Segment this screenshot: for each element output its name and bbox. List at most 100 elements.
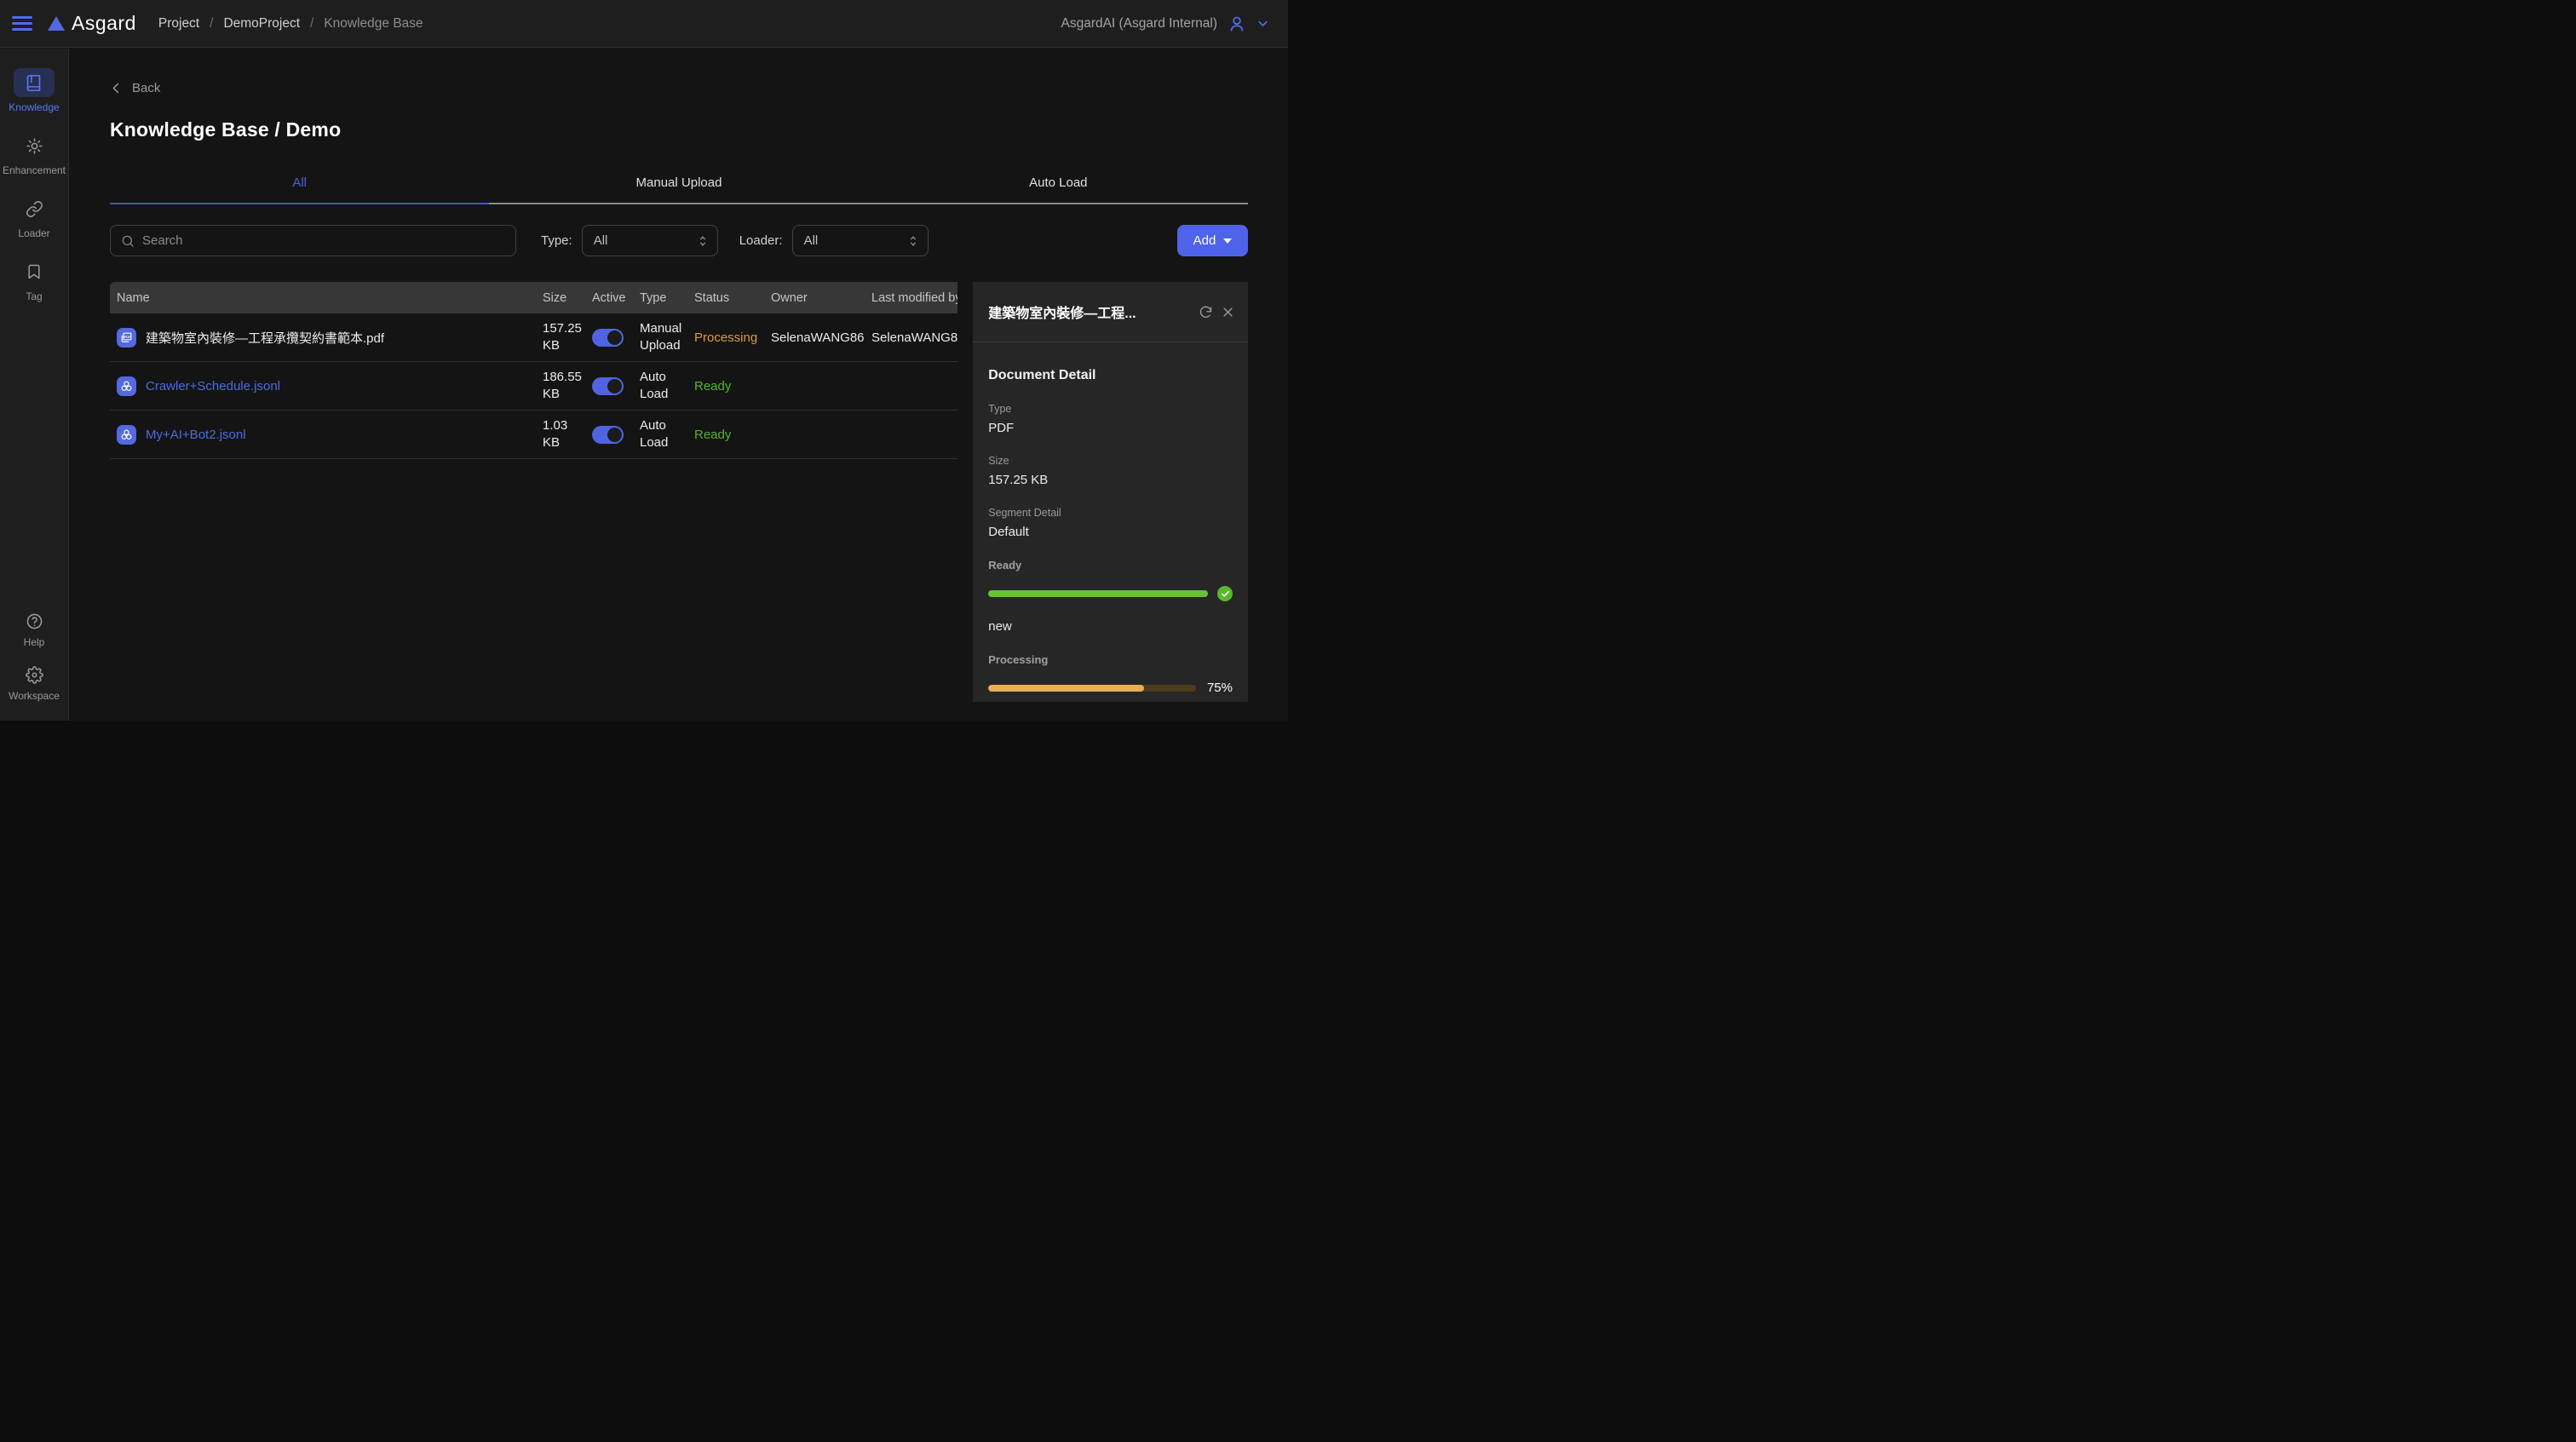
gear-icon [26, 666, 43, 684]
column-header-type: Type [640, 291, 694, 305]
ready-progress-bar [988, 590, 1208, 597]
tab-manual-upload[interactable]: Manual Upload [489, 166, 868, 203]
app-window: Asgard Project / DemoProject / Knowledge… [0, 0, 1288, 721]
document-owner: SelenaWANG86 [771, 330, 871, 345]
sidebar-item-loader[interactable]: Loader [14, 194, 55, 239]
document-last-modified-by: SelenaWANG86 [871, 330, 957, 345]
top-navbar: Asgard Project / DemoProject / Knowledge… [0, 0, 1288, 48]
processing-progress-bar [988, 685, 1196, 692]
field-value-type: PDF [988, 421, 1233, 435]
add-button[interactable]: Add [1177, 225, 1248, 256]
brand-name: Asgard [72, 12, 136, 35]
column-header-owner: Owner [771, 291, 871, 305]
status-badge: Ready [694, 428, 731, 442]
column-header-active: Active [592, 291, 640, 305]
column-header-last-modified-by: Last modified by [871, 291, 957, 305]
field-label-size: Size [988, 455, 1233, 467]
document-type: Auto Load [640, 417, 684, 452]
document-type: Manual Upload [640, 320, 684, 355]
loader-filter-label: Loader: [739, 233, 783, 248]
sun-icon [26, 137, 43, 155]
document-name-link[interactable]: My+AI+Bot2.jsonl [146, 428, 246, 442]
table-row[interactable]: Crawler+Schedule.jsonl 186.55 KB Auto Lo… [110, 362, 957, 411]
loader-filter-select[interactable]: All [792, 225, 929, 256]
processing-progress-label: Processing [988, 653, 1233, 666]
document-name-link[interactable]: Crawler+Schedule.jsonl [146, 379, 280, 394]
jsonl-file-icon [117, 425, 136, 445]
sidebar-item-label: Loader [18, 227, 49, 239]
search-icon [121, 234, 135, 248]
link-icon [26, 200, 43, 218]
account-name: AsgardAI (Asgard Internal) [1061, 16, 1217, 32]
document-size: 157.25 KB [543, 320, 582, 355]
table-header-row: Name Size Active Type Status Owner Last … [110, 282, 957, 313]
sidebar: Knowledge Enhancement Loader Tag Help [0, 49, 69, 721]
select-chevrons-icon [697, 234, 709, 248]
processing-percent-text: 75% [1205, 681, 1233, 695]
caret-down-icon [1223, 238, 1232, 244]
column-header-status: Status [694, 291, 771, 305]
document-size: 186.55 KB [543, 369, 582, 404]
field-label-segment-detail: Segment Detail [988, 507, 1233, 519]
column-header-name: Name [110, 291, 543, 305]
document-size: 1.03 KB [543, 417, 582, 452]
detail-section-title: Document Detail [988, 368, 1233, 383]
chevron-left-icon [110, 82, 123, 95]
status-badge: Ready [694, 379, 731, 394]
close-icon[interactable] [1222, 306, 1234, 319]
tab-auto-load[interactable]: Auto Load [869, 166, 1248, 203]
sidebar-item-label: Tag [26, 290, 42, 302]
tab-bar: All Manual Upload Auto Load [110, 166, 1248, 204]
help-circle-icon [26, 612, 43, 630]
segment-new-label: new [988, 619, 1233, 634]
active-tab-indicator [110, 203, 489, 204]
back-button[interactable]: Back [110, 81, 160, 95]
field-label-type: Type [988, 403, 1233, 415]
breadcrumb: Project / DemoProject / Knowledge Base [158, 16, 423, 32]
table-row[interactable]: PDF 建築物室內裝修—工程承攬契約書範本.pdf 157.25 KB Manu… [110, 313, 957, 362]
document-name: 建築物室內裝修—工程承攬契約書範本.pdf [146, 329, 384, 347]
breadcrumb-project[interactable]: Project [158, 16, 199, 32]
sidebar-item-workspace[interactable]: Workspace [9, 664, 60, 702]
type-filter-select[interactable]: All [582, 225, 718, 256]
page-title: Knowledge Base / Demo [110, 118, 1248, 141]
refresh-icon[interactable] [1199, 305, 1213, 319]
menu-icon[interactable] [12, 16, 32, 31]
document-detail-panel: 建築物室內裝修—工程... Document Detail Type PDF S… [973, 282, 1248, 702]
account-chevron-down-icon[interactable] [1256, 17, 1269, 30]
sidebar-item-label: Knowledge [9, 101, 59, 113]
pdf-file-icon: PDF [117, 328, 136, 348]
status-badge: Processing [694, 330, 757, 345]
sidebar-item-help[interactable]: Help [14, 610, 55, 648]
add-button-label: Add [1193, 233, 1216, 248]
sidebar-item-enhancement[interactable]: Enhancement [3, 131, 66, 176]
user-icon[interactable] [1228, 14, 1246, 33]
filter-toolbar: Type: All Loader: All Add [110, 225, 1248, 256]
tab-all[interactable]: All [110, 166, 489, 203]
field-value-segment-detail: Default [988, 525, 1233, 539]
active-toggle[interactable] [592, 329, 624, 347]
type-filter-value: All [594, 233, 697, 248]
search-box[interactable] [110, 225, 516, 256]
table-row[interactable]: My+AI+Bot2.jsonl 1.03 KB Auto Load Ready [110, 411, 957, 459]
svg-text:PDF: PDF [124, 334, 130, 338]
main-content: Back Knowledge Base / Demo All Manual Up… [70, 49, 1288, 721]
book-icon [25, 74, 43, 92]
breadcrumb-demoproject[interactable]: DemoProject [223, 16, 300, 32]
active-toggle[interactable] [592, 426, 624, 444]
document-type: Auto Load [640, 369, 684, 404]
bookmark-icon [26, 263, 43, 280]
back-label: Back [132, 81, 160, 95]
field-value-size: 157.25 KB [988, 473, 1233, 487]
jsonl-file-icon [117, 376, 136, 396]
type-filter-label: Type: [541, 233, 572, 248]
sidebar-item-knowledge[interactable]: Knowledge [9, 68, 59, 113]
active-toggle[interactable] [592, 377, 624, 395]
sidebar-item-label: Workspace [9, 690, 60, 702]
sidebar-item-label: Enhancement [3, 164, 66, 176]
column-header-size: Size [543, 291, 592, 305]
sidebar-item-tag[interactable]: Tag [14, 257, 55, 302]
select-chevrons-icon [907, 234, 919, 248]
search-input[interactable] [142, 233, 505, 248]
breadcrumb-separator: / [310, 16, 313, 32]
